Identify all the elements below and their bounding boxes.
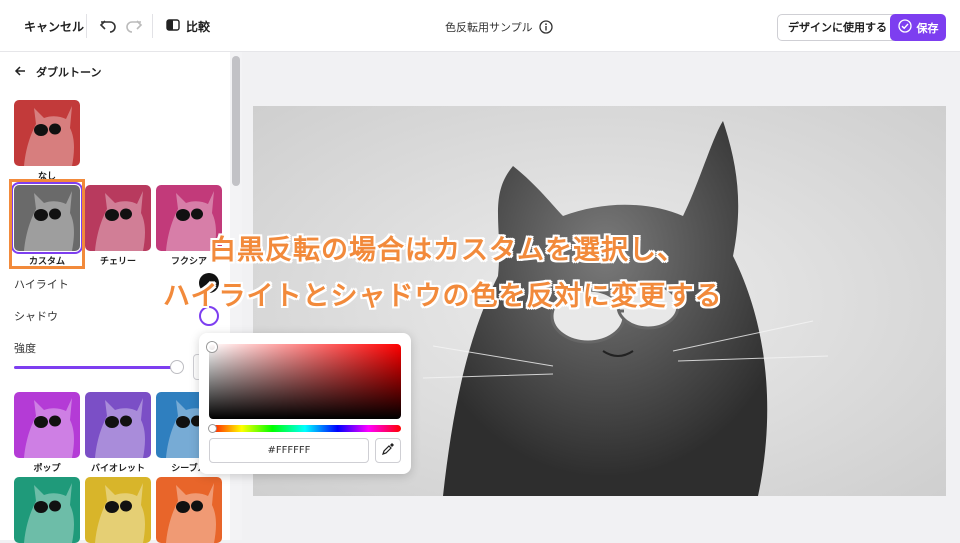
save-label: 保存 xyxy=(916,21,939,35)
intensity-slider-track[interactable] xyxy=(14,366,176,369)
hex-color-input[interactable]: #FFFFFF xyxy=(209,438,369,463)
cancel-button[interactable]: キャンセル xyxy=(24,18,84,35)
color-picker-popup: #FFFFFF xyxy=(199,333,411,474)
annotation-line-1: 白黒反転の場合はカスタムを選択し、 xyxy=(209,235,685,266)
shadow-label: シャドウ xyxy=(14,310,58,323)
hue-slider[interactable] xyxy=(209,425,401,432)
document-title: 色反転用サンプル xyxy=(445,19,553,35)
toolbar-divider xyxy=(86,14,87,38)
scrollbar-thumb[interactable] xyxy=(232,56,240,186)
eyedropper-button[interactable] xyxy=(375,438,401,463)
duotone-preset-thumbnail[interactable] xyxy=(85,185,151,251)
compare-button[interactable]: 比較 xyxy=(166,18,210,35)
duotone-preset-thumbnail[interactable] xyxy=(14,392,80,458)
eyedropper-icon xyxy=(381,441,395,460)
compare-label: 比較 xyxy=(186,20,211,34)
duotone-preset-label: バイオレット xyxy=(90,464,145,474)
info-icon[interactable] xyxy=(539,20,553,34)
section-title: ダブルトーン xyxy=(36,66,102,79)
duotone-preset-thumbnail[interactable] xyxy=(85,392,151,458)
duotone-preset-thumbnail[interactable] xyxy=(156,477,222,543)
duotone-preset-thumbnail[interactable] xyxy=(85,477,151,543)
use-in-design-button[interactable]: デザインに使用する xyxy=(777,14,898,41)
arrow-left-icon xyxy=(14,65,26,80)
toolbar-divider xyxy=(152,14,153,38)
check-circle-icon xyxy=(897,19,912,36)
redo-icon[interactable] xyxy=(124,16,144,36)
document-title-text: 色反転用サンプル xyxy=(445,21,533,34)
custom-preset-highlight xyxy=(9,179,85,269)
hue-slider-handle[interactable] xyxy=(208,424,217,433)
duotone-preset-label: ポップ xyxy=(33,464,61,474)
intensity-slider-handle[interactable] xyxy=(170,360,184,374)
back-button[interactable]: ダブルトーン xyxy=(14,64,101,80)
saturation-value-area[interactable] xyxy=(209,344,401,419)
annotation-line-2: ハイライトとシャドウの色を反対に変更する xyxy=(163,281,723,312)
duotone-preset-label: チェリー xyxy=(99,257,136,267)
undo-icon[interactable] xyxy=(98,16,118,36)
top-toolbar: キャンセル 比較 色反転用サンプル デザインに使用する 保存 xyxy=(0,0,960,52)
duotone-preset-thumbnail[interactable] xyxy=(14,477,80,543)
intensity-label: 強度 xyxy=(14,342,36,355)
duotone-preset-thumbnail[interactable] xyxy=(14,100,80,166)
save-button[interactable]: 保存 xyxy=(890,14,946,41)
compare-icon xyxy=(166,18,180,35)
saturation-value-handle[interactable] xyxy=(207,342,217,352)
highlight-label: ハイライト xyxy=(14,278,69,291)
